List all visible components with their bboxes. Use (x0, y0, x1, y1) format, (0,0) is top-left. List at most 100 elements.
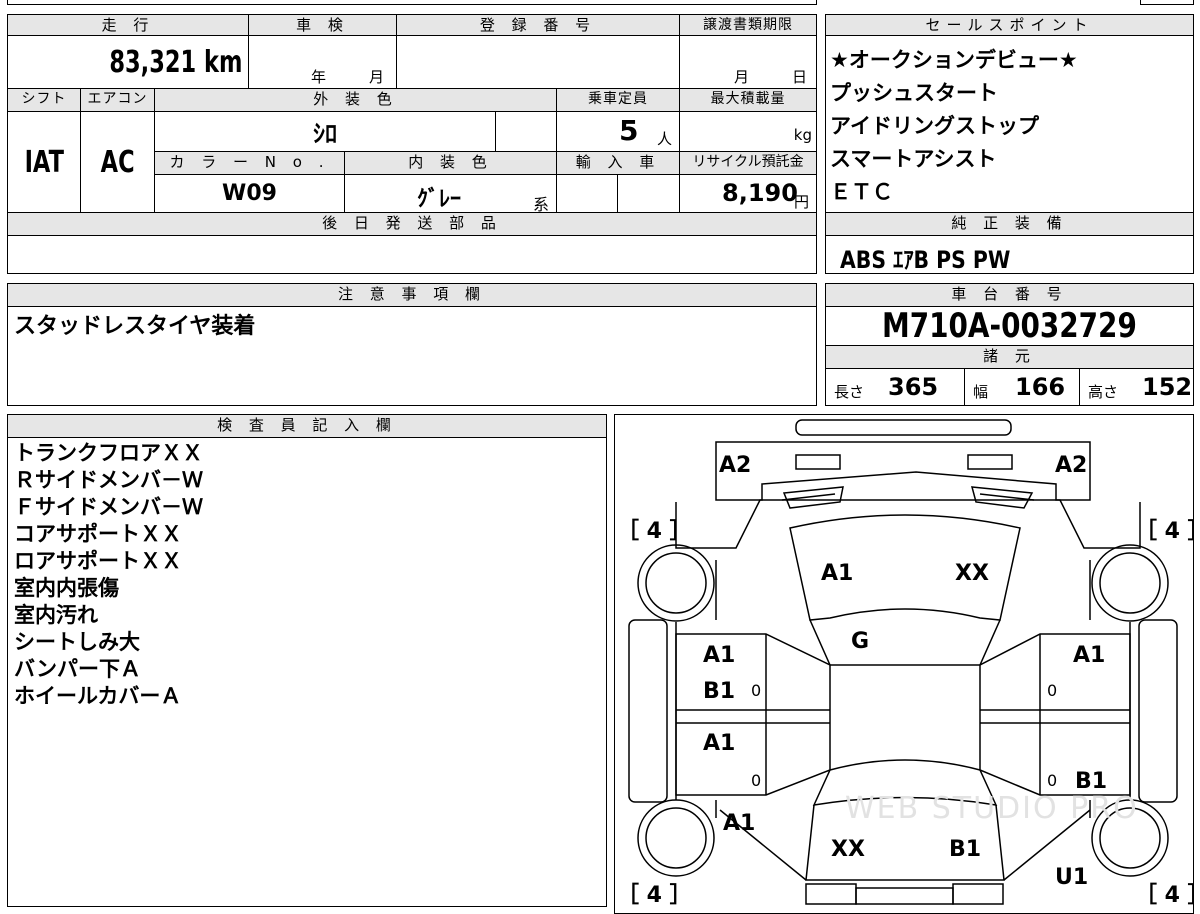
inspection-cell: 年 月 (248, 35, 397, 89)
import-cell-1 (556, 174, 618, 213)
inspector-box: トランクフロアＸＸ Ｒサイドメンバ－Ｗ Ｆサイドメンバ－Ｗ コアサポートＸＸ ロ… (7, 437, 607, 907)
length-value: 365 (888, 373, 939, 401)
capacity-header: 乗車定員 (556, 88, 680, 112)
mileage-value: 83,321 km (108, 44, 242, 80)
sales-points-box: ★オークションデビュー★ プッシュスタート アイドリングストップ スマートアシス… (825, 35, 1194, 213)
chassis-number-cell: M710A-0032729 (825, 306, 1194, 346)
damage-code-right-rear-door: A1 (1073, 643, 1106, 668)
interior-color-value: ｸﾞﾚｰ (417, 187, 462, 212)
notes-header: 注 意 事 項 欄 (7, 283, 817, 307)
tire-tread-front-left: ［ 4 ］ (617, 883, 692, 908)
transfer-month-unit: 月 (734, 68, 750, 86)
length-label: 長さ (834, 383, 865, 401)
equipment-value: ABS ｴｱB PS PW (840, 246, 1011, 274)
door-handle-mark: 0 (1047, 771, 1058, 790)
registration-header: 登 録 番 号 (396, 14, 680, 36)
inspector-item: 室内汚れ (14, 603, 98, 627)
damage-diagram-box: ［ 4 ］ ［ 4 ］ ［ 4 ］ ［ 4 ］ A2 A2 A1 XX G A1… (614, 414, 1194, 914)
height-label: 高さ (1088, 383, 1119, 401)
damage-code-rear-left: A2 (719, 453, 752, 478)
damage-code-glass: G (851, 629, 870, 654)
max-load-unit: kg (793, 126, 812, 144)
exterior-color-header: 外 装 色 (154, 88, 557, 112)
interior-color-cell: ｸﾞﾚｰ 系 (344, 174, 557, 214)
height-cell: 高さ 152 (1079, 368, 1194, 406)
exterior-color-cell: ｼﾛ (154, 111, 496, 152)
inspector-item: シートしみ大 (14, 630, 140, 654)
chassis-header: 車 台 番 号 (825, 283, 1194, 307)
inspector-item: Ｆサイドメンバ－Ｗ (14, 495, 203, 519)
color-no-value: W09 (222, 181, 277, 206)
transfer-day-unit: 日 (792, 68, 808, 86)
tire-tread-rear-left: ［ 4 ］ (617, 519, 692, 544)
recycle-header: リサイクル預託金 (679, 151, 817, 175)
damage-code-roof-left: A1 (821, 561, 854, 586)
top-edge-strip-right (1140, 0, 1194, 5)
import-cell-2 (617, 174, 680, 213)
width-value: 166 (1015, 373, 1066, 401)
capacity-unit: 人 (657, 130, 673, 148)
door-handle-mark: 0 (1047, 681, 1058, 700)
inspector-item: 室内内張傷 (14, 576, 119, 600)
sales-point-item: ★オークションデビュー★ (830, 48, 1078, 72)
inspector-item: ホイールカバーＡ (14, 684, 182, 708)
door-handle-mark: 0 (751, 771, 762, 790)
notes-box: スタッドレスタイヤ装着 (7, 306, 817, 406)
equipment-header: 純 正 装 備 (825, 212, 1194, 236)
door-handle-mark: 0 (751, 681, 762, 700)
interior-color-header: 内 装 色 (344, 151, 557, 175)
watermark: WEB STUDIO PRO (845, 791, 1139, 826)
max-load-cell: kg (679, 111, 817, 152)
ac-value: AC (100, 144, 135, 180)
recycle-value: 8,190 (722, 179, 798, 207)
exterior-color-extra-cell (495, 111, 557, 152)
inspector-item: トランクフロアＸＸ (14, 441, 203, 465)
damage-code-roof-right: XX (955, 561, 989, 586)
recycle-unit: 円 (794, 193, 810, 211)
capacity-value: 5 (619, 114, 639, 147)
import-header: 輸 入 車 (556, 151, 680, 175)
inspector-item: バンパー下Ａ (14, 657, 142, 681)
inspection-header: 車 検 (248, 14, 397, 36)
sales-point-item: プッシュスタート (830, 81, 998, 105)
inspection-year-unit: 年 (311, 68, 327, 86)
height-value: 152 (1142, 373, 1193, 401)
width-cell: 幅 166 (964, 368, 1080, 406)
chassis-number-value: M710A-0032729 (882, 306, 1137, 346)
inspector-item: コアサポートＸＸ (14, 522, 182, 546)
car-outline-diagram (628, 419, 1178, 905)
damage-code-hood-left: XX (831, 837, 865, 862)
max-load-header: 最大積載量 (679, 88, 817, 112)
later-parts-cell (7, 235, 817, 274)
tire-tread-rear-right: ［ 4 ］ (1135, 519, 1193, 544)
notes-value: スタッドレスタイヤ装着 (14, 314, 256, 339)
transfer-deadline-header: 譲渡書類期限 (679, 14, 817, 36)
capacity-cell: 5 人 (556, 111, 680, 152)
width-label: 幅 (973, 383, 989, 401)
inspection-month-unit: 月 (369, 68, 385, 86)
shift-cell: IAT (7, 111, 81, 213)
exterior-color-value: ｼﾛ (313, 120, 337, 148)
inspector-item: ロアサポートＸＸ (14, 549, 182, 573)
damage-code-left-front-door: A1 (703, 731, 736, 756)
length-cell: 長さ 365 (825, 368, 965, 406)
tire-tread-front-right: ［ 4 ］ (1135, 883, 1193, 908)
top-edge-strip (7, 0, 817, 5)
specs-header: 諸 元 (825, 345, 1194, 369)
inspector-header: 検 査 員 記 入 欄 (7, 414, 607, 438)
sales-point-item: アイドリングストップ (830, 114, 1039, 138)
shift-value: IAT (24, 144, 64, 180)
ac-cell: AC (80, 111, 155, 213)
inspector-item: Ｒサイドメンバ－Ｗ (14, 468, 203, 492)
mileage-cell: 83,321 km (7, 35, 249, 89)
later-parts-header: 後 日 発 送 部 品 (7, 212, 817, 236)
ac-header: エアコン (80, 88, 155, 112)
mileage-header: 走 行 (7, 14, 249, 36)
sales-points-header: セールスポイント (825, 14, 1194, 36)
registration-cell (396, 35, 680, 89)
damage-code-left-rear-door-2: B1 (703, 679, 736, 704)
sales-point-item: ＥＴＣ (830, 180, 893, 204)
sales-point-item: スマートアシスト (830, 147, 997, 171)
equipment-box: ABS ｴｱB PS PW (825, 235, 1194, 274)
damage-code-rear-right: A2 (1055, 453, 1088, 478)
